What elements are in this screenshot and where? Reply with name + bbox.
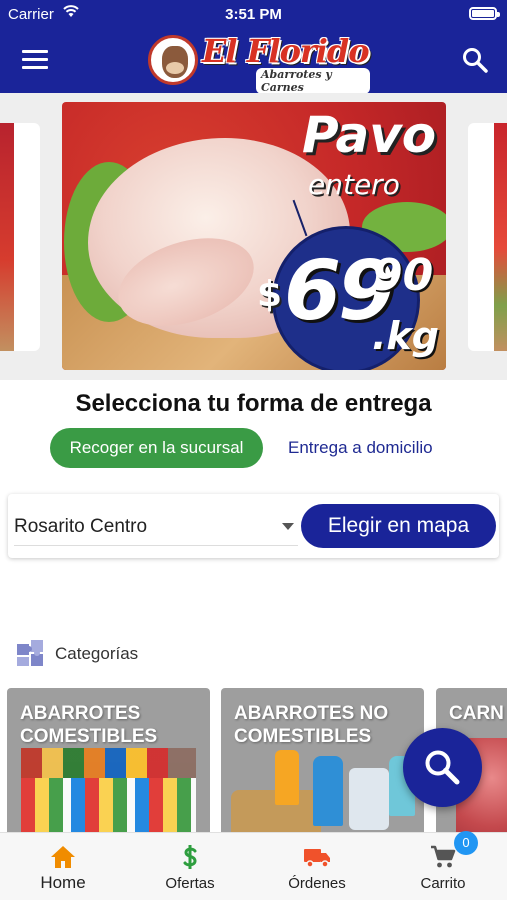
choose-on-map-button[interactable]: Elegir en mapa <box>301 504 496 548</box>
nav-ofertas-label: Ofertas <box>165 875 215 892</box>
status-time: 3:51 PM <box>225 6 282 23</box>
price-unit: .kg <box>372 314 439 358</box>
carousel-slide-current[interactable]: Pavo entero $ 69 90 .kg <box>62 102 446 370</box>
pickup-button[interactable]: Recoger en la sucursal <box>50 428 263 468</box>
branch-selector-card: Rosarito Centro Elegir en mapa <box>8 494 499 558</box>
banner-subtitle: entero <box>308 168 400 201</box>
brand-logo: El Florido Abarrotes y Carnes <box>148 32 370 94</box>
category-card-abarrotes-no-comestibles[interactable]: ABARROTES NO COMESTIBLES <box>221 688 424 838</box>
home-delivery-button[interactable]: Entrega a domicilio <box>288 428 448 468</box>
delivery-title: Selecciona tu forma de entrega <box>75 390 432 417</box>
price-currency: $ <box>257 274 283 315</box>
nav-home[interactable]: Home <box>0 833 126 900</box>
hamburger-menu-icon[interactable] <box>22 50 48 70</box>
brand-tagline: Abarrotes y Carnes <box>256 68 370 94</box>
nav-home-label: Home <box>40 873 86 892</box>
truck-icon <box>304 849 330 868</box>
category-caption: CARN <box>449 703 504 724</box>
nav-ordenes-label: Órdenes <box>288 875 346 892</box>
category-image <box>231 750 421 838</box>
brand-name: El Florido <box>202 32 370 70</box>
nav-ofertas[interactable]: Ofertas <box>127 833 253 900</box>
home-icon <box>51 846 75 868</box>
floating-search-button[interactable] <box>403 728 482 807</box>
carousel-slide-next[interactable] <box>468 123 507 351</box>
banner-title: Pavo <box>302 106 437 164</box>
nav-ordenes[interactable]: Órdenes <box>254 833 380 900</box>
carousel-slide-previous[interactable] <box>0 123 40 351</box>
branch-dropdown-value: Rosarito Centro <box>14 516 148 537</box>
logo-badge-icon <box>148 35 198 85</box>
categories-label: Categorías <box>55 644 139 663</box>
category-caption: ABARROTES NO COMESTIBLES <box>234 703 389 747</box>
category-caption: ABARROTES COMESTIBLES <box>20 703 158 747</box>
cart-count-badge: 0 <box>454 831 478 855</box>
category-image <box>21 748 196 838</box>
cart-icon <box>431 845 456 868</box>
dollar-icon <box>183 845 197 869</box>
nav-carrito[interactable]: 0 Carrito <box>380 831 506 900</box>
branch-dropdown[interactable]: Rosarito Centro <box>14 508 298 546</box>
price-decimal: 90 <box>372 250 434 301</box>
promo-carousel[interactable]: Pavo entero $ 69 90 .kg <box>0 93 507 380</box>
battery-icon <box>469 7 500 20</box>
search-icon[interactable] <box>461 46 489 74</box>
nav-carrito-label: Carrito <box>420 875 466 892</box>
app-header: Carrier 3:51 PM El Florido Abarrotes y C… <box>0 0 507 94</box>
bottom-navigation: Home Ofertas Órdenes 0 Carrito <box>0 831 507 900</box>
status-bar: Carrier 3:51 PM <box>0 0 507 28</box>
search-icon <box>425 750 460 785</box>
chevron-down-icon <box>282 523 294 530</box>
puzzle-icon <box>17 640 43 666</box>
category-card-abarrotes-comestibles[interactable]: ABARROTES COMESTIBLES <box>7 688 210 838</box>
